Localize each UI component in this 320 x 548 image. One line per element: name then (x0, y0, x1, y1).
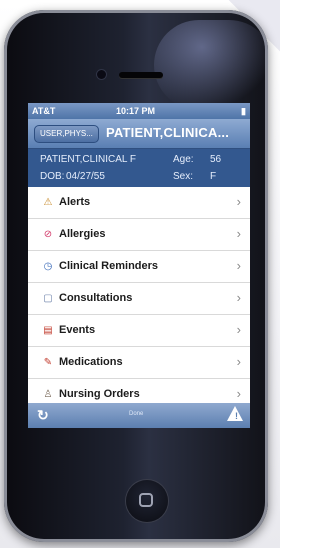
medication-icon: ✎ (43, 357, 53, 368)
battery-icon: ▮ (241, 106, 246, 116)
menu-item-label: Nursing Orders (59, 388, 140, 400)
chevron-right-icon: › (236, 226, 241, 241)
chevron-right-icon: › (236, 386, 241, 401)
menu-item-label: Alerts (59, 196, 91, 208)
allergy-icon: ⊘ (43, 229, 53, 240)
age-value: 56 (210, 154, 222, 165)
dob-label: DOB: (40, 171, 65, 182)
carrier-label: AT&T (32, 106, 56, 116)
menu-item-allergies[interactable]: ⊘ Allergies › (28, 219, 250, 251)
menu-item-clinical-reminders[interactable]: ◷ Clinical Reminders › (28, 251, 250, 283)
menu-item-label: Allergies (59, 228, 106, 240)
navigation-bar: USER,PHYS... PATIENT,CLINICA... (28, 119, 250, 149)
menu-item-label: Clinical Reminders (59, 260, 159, 272)
bottom-toolbar: ↻ Done ! (28, 403, 250, 428)
age-label: Age: (173, 154, 194, 165)
status-bar: AT&T 10:17 PM ▮ (28, 103, 250, 119)
earpiece-speaker (119, 72, 163, 78)
consultation-icon: ▢ (43, 293, 53, 304)
page-title: PATIENT,CLINICA... (106, 125, 230, 140)
done-button[interactable]: Done (129, 411, 143, 417)
menu-item-alerts[interactable]: ⚠ Alerts › (28, 187, 250, 219)
back-button[interactable]: USER,PHYS... (34, 125, 99, 143)
warning-mark: ! (235, 411, 238, 421)
photo-background: AT&T 10:17 PM ▮ USER,PHYS... PATIENT,CLI… (0, 0, 280, 548)
alert-icon: ⚠ (43, 197, 53, 208)
menu-item-label: Medications (59, 356, 123, 368)
calendar-icon: ▤ (43, 325, 53, 336)
menu-item-medications[interactable]: ✎ Medications › (28, 347, 250, 379)
home-button[interactable] (126, 480, 168, 522)
clinical-menu: ⚠ Alerts › ⊘ Allergies › ◷ Clinical Remi… (28, 187, 250, 411)
reminder-icon: ◷ (43, 261, 53, 272)
chevron-right-icon: › (236, 290, 241, 305)
patient-name: PATIENT,CLINICAL F (40, 154, 136, 165)
sex-label: Sex: (173, 171, 194, 182)
nursing-icon: ♙ (43, 389, 53, 400)
chevron-right-icon: › (236, 322, 241, 337)
clock: 10:17 PM (116, 106, 156, 116)
front-camera-icon (97, 70, 106, 79)
refresh-icon[interactable]: ↻ (37, 407, 49, 424)
home-square-icon (139, 493, 153, 507)
chevron-right-icon: › (236, 258, 241, 273)
menu-item-events[interactable]: ▤ Events › (28, 315, 250, 347)
menu-item-label: Consultations (59, 292, 133, 304)
patient-header: PATIENT,CLINICAL F Age: 56 DOB: 04/27/55… (28, 149, 250, 187)
chevron-right-icon: › (236, 194, 241, 209)
menu-item-label: Events (59, 324, 96, 336)
sex-value: F (210, 171, 217, 182)
app-screen: AT&T 10:17 PM ▮ USER,PHYS... PATIENT,CLI… (28, 103, 250, 428)
chevron-right-icon: › (236, 354, 241, 369)
device-glare (154, 20, 274, 110)
menu-item-consultations[interactable]: ▢ Consultations › (28, 283, 250, 315)
dob-value: 04/27/55 (66, 171, 105, 182)
